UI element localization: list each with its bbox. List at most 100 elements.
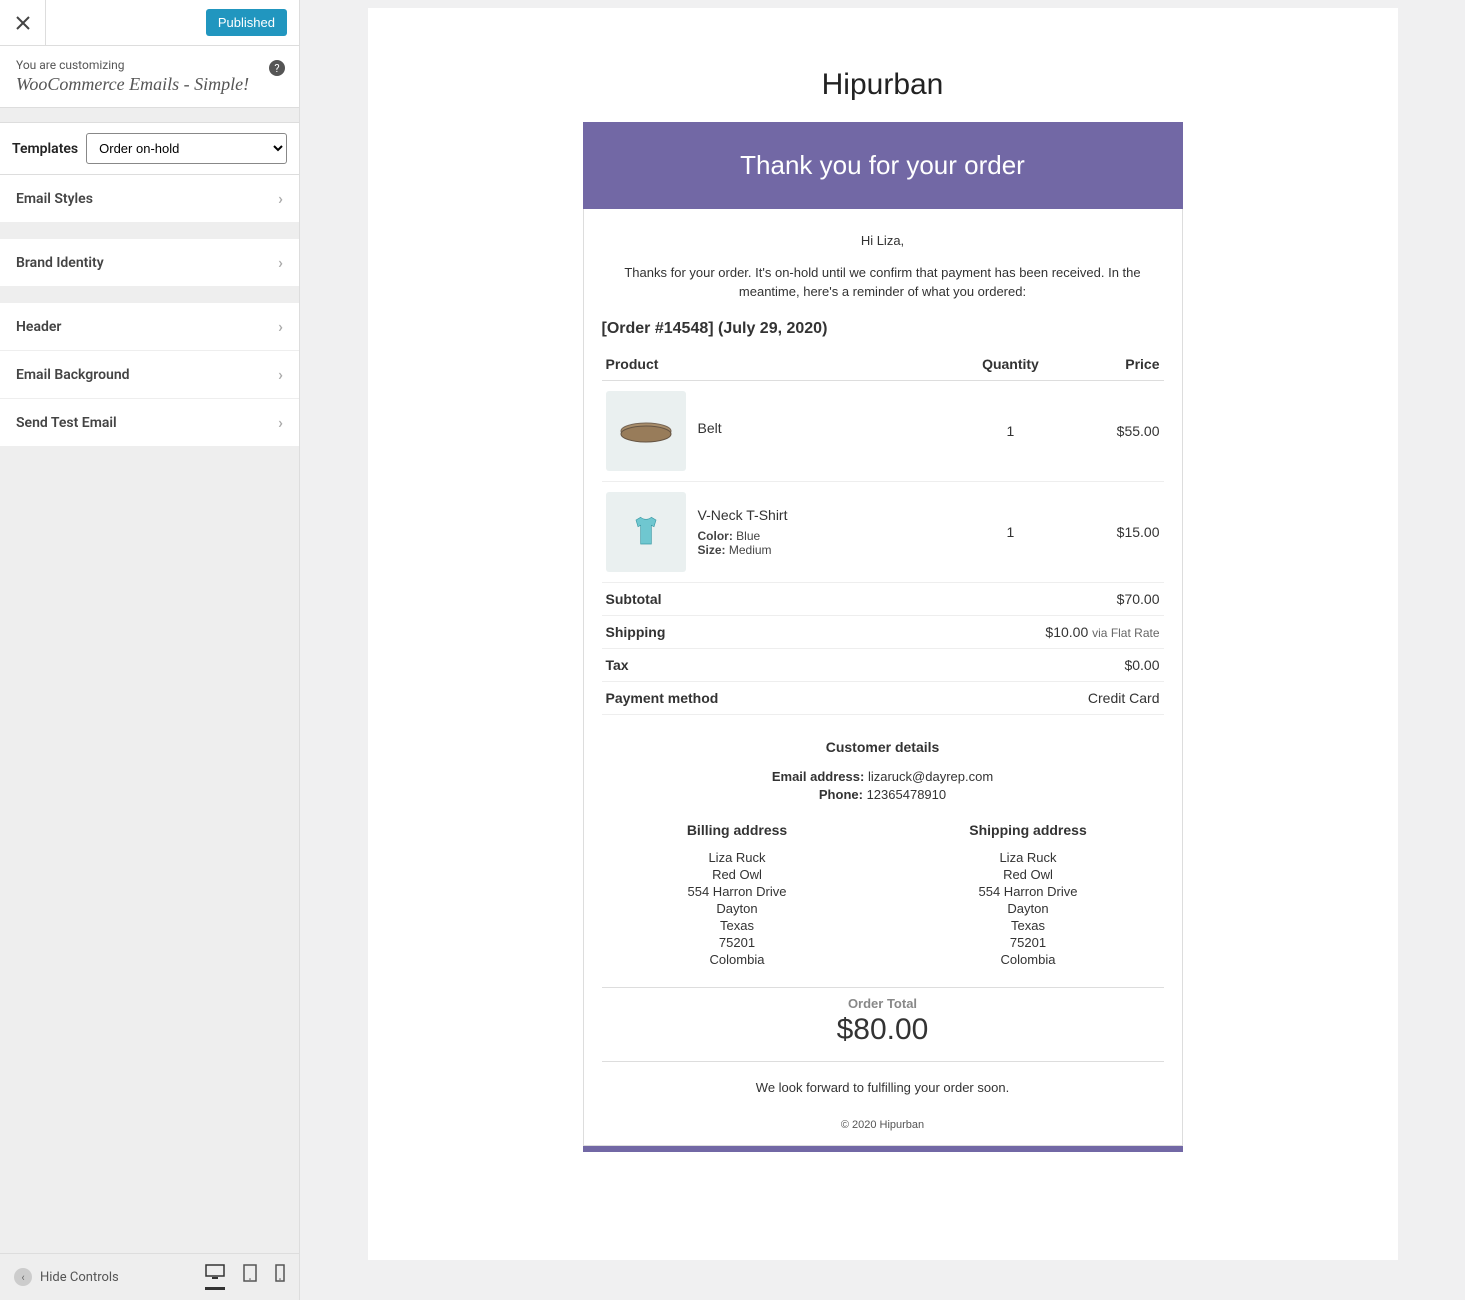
product-attr-size: Size: Medium [698,543,788,557]
addr-line: Red Owl [893,867,1164,882]
email-box: Thank you for your order Hi Liza, Thanks… [583,122,1183,1146]
product-thumb-tshirt [606,492,686,572]
customizing-header: You are customizing WooCommerce Emails -… [0,46,299,108]
product-thumb-belt [606,391,686,471]
help-icon[interactable]: ? [269,60,285,76]
addresses: Billing address Liza Ruck Red Owl 554 Ha… [602,822,1164,969]
nav-item-label: Email Styles [16,191,93,207]
tax-label: Tax [602,648,882,681]
hide-controls-label: Hide Controls [40,1270,119,1285]
email-header: Thank you for your order [583,122,1183,209]
th-product: Product [602,348,951,381]
addr-line: Dayton [893,901,1164,916]
payment-method-value: Credit Card [881,681,1163,714]
product-price: $55.00 [1070,380,1163,481]
product-qty: 1 [951,380,1070,481]
addr-line: 75201 [893,935,1164,950]
th-price: Price [1070,348,1163,381]
nav-item-email-styles[interactable]: Email Styles › [0,175,299,223]
product-name: V-Neck T-Shirt [698,507,788,523]
product-qty: 1 [951,481,1070,582]
nav-item-label: Send Test Email [16,415,117,431]
addr-line: 75201 [602,935,873,950]
chevron-right-icon: › [278,413,283,432]
nav-item-label: Email Background [16,367,130,383]
close-icon [16,16,30,30]
shipping-value: $10.00 via Flat Rate [881,615,1163,648]
addr-line: Texas [602,918,873,933]
payment-method-label: Payment method [602,681,882,714]
addr-line: Red Owl [602,867,873,882]
customizing-label: You are customizing [16,58,283,72]
email-footer-note: © 2020 Hipurban [602,1119,1164,1131]
customer-details: Customer details Email address: lizaruck… [602,739,1164,802]
templates-select[interactable]: Order on-hold [86,133,287,164]
subtotal-label: Subtotal [602,583,882,616]
customizing-title: WooCommerce Emails - Simple! [16,74,283,95]
th-quantity: Quantity [951,348,1070,381]
customer-phone-row: Phone: 12365478910 [602,787,1164,802]
nav-item-header[interactable]: Header › [0,303,299,351]
mobile-icon[interactable] [275,1264,285,1290]
desktop-icon[interactable] [205,1264,225,1290]
nav-list: Email Styles › Brand Identity › Header ›… [0,175,299,447]
order-number-line: [Order #14548] (July 29, 2020) [602,320,1164,338]
chevron-right-icon: › [278,253,283,272]
close-button[interactable] [0,0,46,46]
hide-controls-button[interactable]: ‹ Hide Controls [14,1268,119,1286]
totals-table: Subtotal$70.00 Shipping$10.00 via Flat R… [602,583,1164,715]
order-total-label: Order Total [602,996,1164,1011]
product-attr-color: Color: Blue [698,529,788,543]
order-total-box: Order Total $80.00 [602,987,1164,1062]
subtotal-value: $70.00 [881,583,1163,616]
templates-label: Templates [12,141,78,157]
customer-email-row: Email address: lizaruck@dayrep.com [602,769,1164,784]
closing-text: We look forward to fulfilling your order… [602,1080,1164,1095]
nav-item-brand-identity[interactable]: Brand Identity › [0,239,299,287]
shipping-label: Shipping [602,615,882,648]
nav-item-email-background[interactable]: Email Background › [0,351,299,399]
addr-line: Texas [893,918,1164,933]
product-price: $15.00 [1070,481,1163,582]
customizer-sidebar: Published You are customizing WooCommerc… [0,0,300,1300]
order-total-amount: $80.00 [602,1013,1164,1047]
brand-title: Hipurban [368,68,1398,102]
billing-address: Billing address Liza Ruck Red Owl 554 Ha… [602,822,873,969]
chevron-right-icon: › [278,189,283,208]
customer-details-heading: Customer details [602,739,1164,755]
preview-canvas: Hipurban Thank you for your order Hi Liz… [368,8,1398,1260]
billing-heading: Billing address [602,822,873,838]
templates-row: Templates Order on-hold [0,122,299,175]
email-intro: Thanks for your order. It's on-hold unti… [602,264,1164,302]
nav-item-label: Brand Identity [16,255,104,271]
product-name: Belt [698,420,722,436]
addr-line: Colombia [602,952,873,967]
published-button[interactable]: Published [206,9,287,36]
email-greeting: Hi Liza, [602,233,1164,248]
addr-line: Liza Ruck [602,850,873,865]
email-body: Hi Liza, Thanks for your order. It's on-… [583,209,1183,1146]
nav-spacer [0,287,299,303]
addr-line: Colombia [893,952,1164,967]
addr-line: 554 Harron Drive [893,884,1164,899]
addr-line: 554 Harron Drive [602,884,873,899]
nav-item-send-test-email[interactable]: Send Test Email › [0,399,299,447]
nav-spacer [0,223,299,239]
shipping-address: Shipping address Liza Ruck Red Owl 554 H… [893,822,1164,969]
chevron-right-icon: › [278,317,283,336]
sidebar-top-bar: Published [0,0,299,46]
sidebar-footer: ‹ Hide Controls [0,1253,299,1300]
products-table: Product Quantity Price [602,348,1164,583]
chevron-right-icon: › [278,365,283,384]
addr-line: Dayton [602,901,873,916]
table-row: Belt 1 $55.00 [602,380,1164,481]
tax-value: $0.00 [881,648,1163,681]
addr-line: Liza Ruck [893,850,1164,865]
shipping-heading: Shipping address [893,822,1164,838]
collapse-icon: ‹ [14,1268,32,1286]
device-preview-switcher [205,1264,285,1290]
preview-pane: Hipurban Thank you for your order Hi Liz… [300,0,1465,1300]
nav-item-label: Header [16,319,61,335]
email-bottom-bar [583,1146,1183,1152]
tablet-icon[interactable] [243,1264,257,1290]
